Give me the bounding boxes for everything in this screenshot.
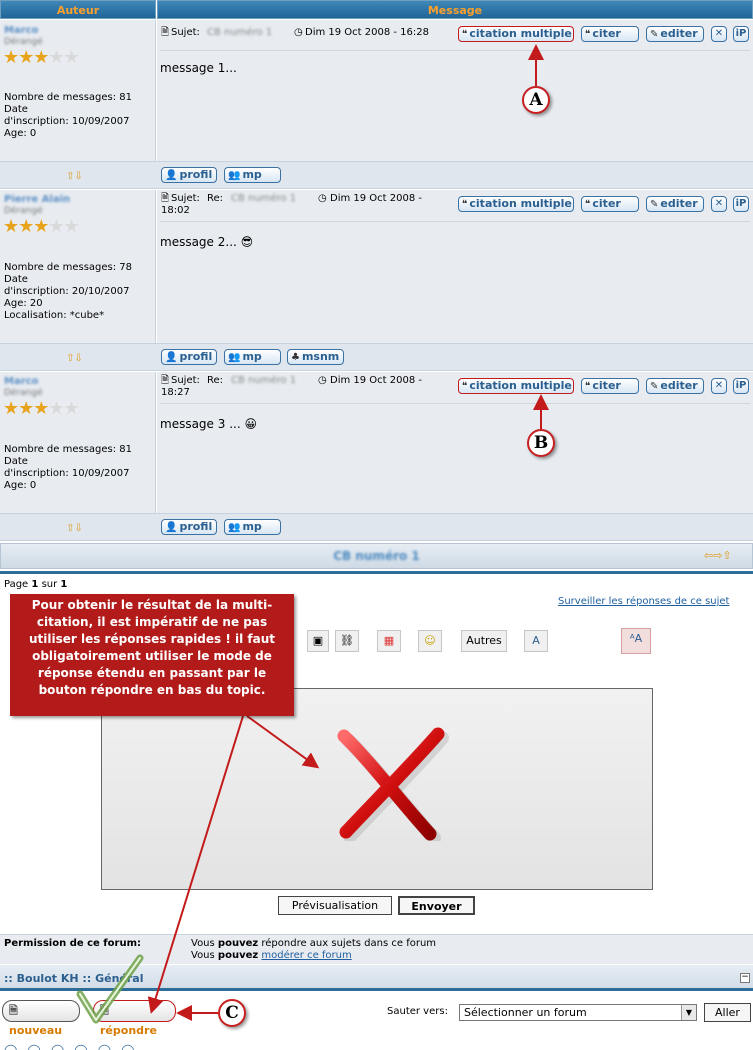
check-mark-icon xyxy=(76,954,144,1024)
marker-c: C xyxy=(218,999,246,1027)
annotation-note: Pour obtenir le résultat de la multi-cit… xyxy=(10,594,294,716)
annotation-arrows xyxy=(76,44,549,1024)
marker-a: A xyxy=(522,86,550,114)
marker-b: B xyxy=(527,429,555,457)
